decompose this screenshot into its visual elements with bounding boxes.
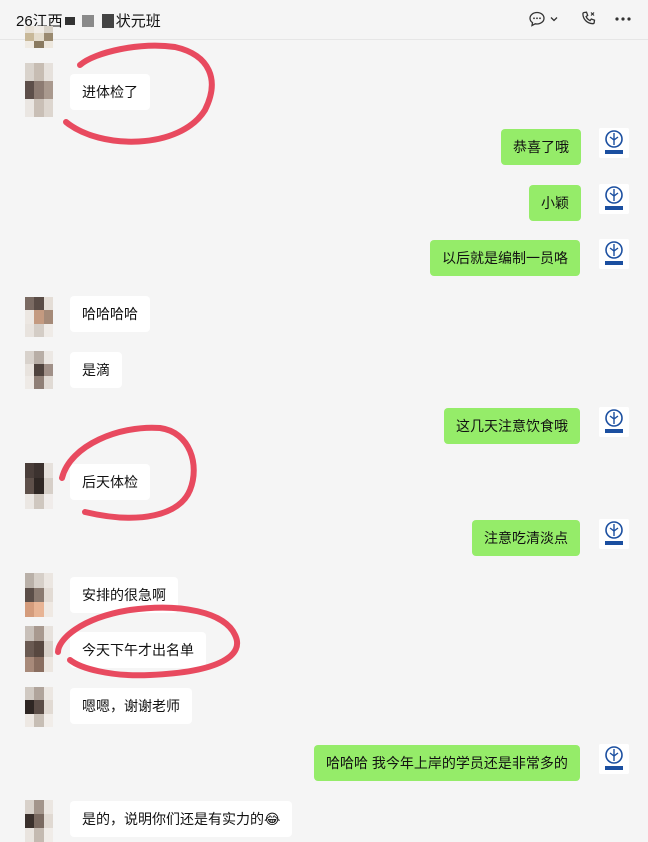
avatar[interactable] bbox=[25, 351, 53, 389]
chat-title-suffix: 状元班 bbox=[115, 13, 161, 30]
org-logo-avatar[interactable] bbox=[599, 519, 629, 549]
redaction-mark bbox=[64, 16, 75, 25]
message-bubble[interactable]: 嗯嗯，谢谢老师 bbox=[70, 688, 192, 724]
message-bubble[interactable]: 今天下午才出名单 bbox=[70, 632, 206, 668]
avatar[interactable] bbox=[25, 626, 53, 672]
avatar[interactable] bbox=[25, 687, 53, 727]
message-bubble[interactable]: 以后就是编制一员咯 bbox=[430, 240, 580, 276]
message-bubble[interactable]: 安排的很急啊 bbox=[70, 577, 178, 613]
message-bubble[interactable]: 恭喜了哦 bbox=[501, 129, 581, 165]
avatar[interactable] bbox=[25, 800, 53, 842]
org-logo-avatar[interactable] bbox=[599, 744, 629, 774]
message-bubble[interactable]: 注意吃清淡点 bbox=[472, 520, 580, 556]
org-logo-avatar[interactable] bbox=[599, 407, 629, 437]
message-text: 是的，说明你们还是有实力的 bbox=[82, 811, 264, 827]
org-logo-avatar[interactable] bbox=[599, 128, 629, 158]
message-bubble[interactable]: 哈哈哈哈 bbox=[70, 296, 150, 332]
org-logo-avatar[interactable] bbox=[599, 239, 629, 269]
message-bubble[interactable]: 是的，说明你们还是有实力的😂 bbox=[70, 801, 293, 837]
message-bubble[interactable]: 进体检了 bbox=[70, 74, 150, 110]
message-bubble[interactable]: 后天体检 bbox=[70, 464, 150, 500]
phone-icon[interactable] bbox=[579, 9, 599, 29]
message-bubble[interactable]: 小颖 bbox=[529, 185, 581, 221]
avatar[interactable] bbox=[25, 26, 53, 48]
redaction-mark bbox=[81, 14, 94, 27]
chat-bubble-icon[interactable] bbox=[528, 9, 546, 29]
avatar[interactable] bbox=[25, 573, 53, 617]
chevron-down-icon[interactable] bbox=[549, 9, 559, 29]
avatar[interactable] bbox=[25, 463, 53, 509]
redaction-mark bbox=[101, 13, 114, 28]
message-bubble[interactable]: 这几天注意饮食哦 bbox=[444, 408, 580, 444]
org-logo-avatar[interactable] bbox=[599, 184, 629, 214]
title-bar: 26江西 状元班 bbox=[0, 0, 648, 40]
message-bubble[interactable]: 哈哈哈 我今年上岸的学员还是非常多的 bbox=[314, 745, 580, 781]
tears-of-joy-emoji: 😂 bbox=[264, 811, 281, 827]
message-bubble[interactable]: 是滴 bbox=[70, 352, 122, 388]
avatar[interactable] bbox=[25, 63, 53, 117]
avatar[interactable] bbox=[25, 297, 53, 337]
more-icon[interactable] bbox=[614, 9, 632, 29]
